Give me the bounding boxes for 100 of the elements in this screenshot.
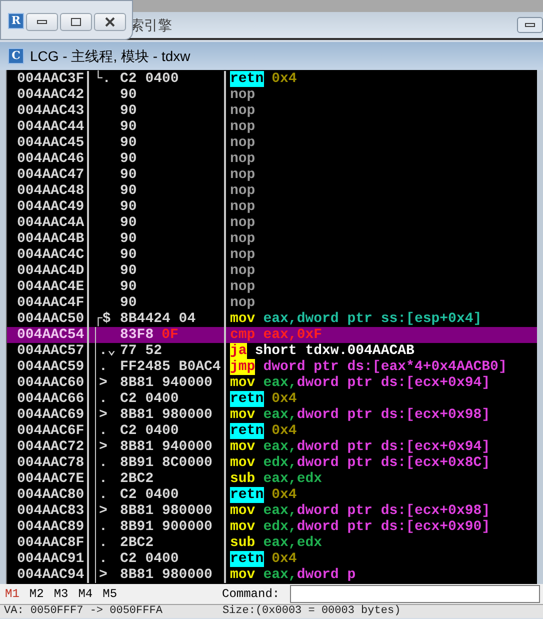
hex-cell: 8B4424 04	[120, 311, 196, 327]
disassembly-row[interactable]: 004AAC94 > 8B81 980000 mov eax,dword p	[7, 567, 537, 583]
disassembly-row[interactable]: 004AAC4E 90 nop	[7, 279, 537, 295]
disassembly-row[interactable]: 004AAC47 90 nop	[7, 167, 537, 183]
address-cell-text: 004AAC3F	[16, 71, 86, 87]
disassembly-row[interactable]: 004AAC45 90 nop	[7, 135, 537, 151]
disassembly-row[interactable]: 004AAC42 90 nop	[7, 87, 537, 103]
mnemonic: nop	[230, 167, 256, 183]
hex-cell: C2 0400	[120, 551, 179, 567]
marker-tab[interactable]: M2	[29, 585, 44, 603]
command-field[interactable]	[290, 585, 540, 603]
hex-cell: 8B81 940000	[120, 375, 212, 391]
mnemonic: nop	[230, 231, 256, 247]
disassembly-row[interactable]: 004AAC4B 90 nop	[7, 231, 537, 247]
disassembly-row[interactable]: 004AAC80 . C2 0400 retn 0x4	[7, 487, 537, 503]
operand: eax,0xF	[263, 327, 322, 343]
disassembly-row[interactable]: 004AAC91 . C2 0400 retn 0x4	[7, 551, 537, 567]
operand: eax,	[263, 439, 297, 455]
marker-tab[interactable]: M1	[5, 585, 20, 603]
hex-cell: 8B81 980000	[120, 503, 212, 519]
mnemonic: nop	[230, 263, 256, 279]
disassembly-row[interactable]: 004AAC89 . 8B91 900000 mov edx,dword ptr ds:[ecx+0x90]	[7, 519, 537, 535]
hex-cell: 2BC2	[120, 471, 154, 487]
hex-cell: 90	[120, 231, 137, 247]
disassembly-row[interactable]: 004AAC8F . 2BC2 sub eax,edx	[7, 535, 537, 551]
mnemonic: retn	[230, 487, 264, 503]
disassembly-row[interactable]: 004AAC50 ┌$ 8B4424 04 mov eax,dword ptr ss:[esp+0x4]	[7, 311, 537, 327]
operand: 0x4	[272, 71, 297, 87]
disassembly-row[interactable]: 004AAC66 . C2 0400 retn 0x4	[7, 391, 537, 407]
mnemonic: nop	[230, 183, 256, 199]
disassembly-row[interactable]: 004AAC7E . 2BC2 sub eax,edx	[7, 471, 537, 487]
minimize-button[interactable]	[26, 13, 58, 31]
minimize-button[interactable]	[517, 17, 543, 33]
address-cell-text: 004AAC42	[16, 87, 86, 103]
disassembly-row[interactable]: 004AAC78 . 8B91 8C0000 mov edx,dword ptr ds:[ecx+0x8C]	[7, 455, 537, 471]
disassembly-row[interactable]: 004AAC6F . C2 0400 retn 0x4	[7, 423, 537, 439]
operand: dword ptr ds:[ecx+0x98]	[296, 503, 490, 519]
address-cell-text: 004AAC59	[16, 359, 86, 375]
address-cell-text: 004AAC46	[16, 151, 86, 167]
mnemonic: nop	[230, 295, 256, 311]
address-cell-text: 004AAC8F	[16, 535, 86, 551]
disassembly-row[interactable]: 004AAC60 > 8B81 940000 mov eax,dword ptr ds:[ecx+0x94]	[7, 375, 537, 391]
address-cell-text: 004AAC66	[16, 391, 86, 407]
mnemonic: nop	[230, 215, 256, 231]
operand: dword ptr ds:[eax*4+0x4AACB0]	[263, 359, 507, 375]
disassembly-row[interactable]: 004AAC69 > 8B81 980000 mov eax,dword ptr ds:[ecx+0x98]	[7, 407, 537, 423]
address-cell-text: 004AAC4E	[16, 279, 86, 295]
disassembly-row[interactable]: 004AAC4D 90 nop	[7, 263, 537, 279]
hex-cell: C2 0400	[120, 71, 179, 87]
hex-cell: 90	[120, 103, 137, 119]
hex-cell: 90	[120, 199, 137, 215]
address-cell-text: 004AAC94	[16, 567, 86, 583]
mnemonic: sub	[230, 535, 256, 551]
hex-cell: 8B81 980000	[120, 567, 212, 583]
disassembly-row[interactable]: 004AAC3F └. C2 0400 retn 0x4	[7, 71, 537, 87]
marker-tab[interactable]: M3	[54, 585, 68, 603]
disassembly-row[interactable]: 004AAC4C 90 nop	[7, 247, 537, 263]
hex-cell: 90	[120, 135, 137, 151]
app-icon: R	[8, 13, 24, 29]
disassembly-row[interactable]: 004AAC48 90 nop	[7, 183, 537, 199]
disassembly-row[interactable]: 004AAC57 .⌄ 77 52 ja short tdxw.004AACAB	[7, 343, 537, 359]
hex-cell: 8B81 940000	[120, 439, 212, 455]
address-cell-text: 004AAC60	[16, 375, 86, 391]
address-cell-text: 004AAC49	[16, 199, 86, 215]
restore-button[interactable]	[60, 13, 92, 31]
address-cell-text: 004AAC6F	[16, 423, 86, 439]
mnemonic: retn	[230, 423, 264, 439]
flow-mark: .	[99, 471, 108, 487]
mnemonic: mov	[230, 375, 256, 391]
hex-cell: 90	[120, 183, 137, 199]
disassembly-row[interactable]: 004AAC72 > 8B81 940000 mov eax,dword ptr ds:[ecx+0x94]	[7, 439, 537, 455]
address-cell-text: 004AAC48	[16, 183, 86, 199]
flow-mark: .	[99, 535, 108, 551]
flow-mark: └.	[94, 71, 111, 87]
disassembly-row[interactable]: 004AAC4A 90 nop	[7, 215, 537, 231]
disassembly-row[interactable]: 004AAC46 90 nop	[7, 151, 537, 167]
disassembly-row[interactable]: 004AAC49 90 nop	[7, 199, 537, 215]
disassembly-row[interactable]: 004AAC4F 90 nop	[7, 295, 537, 311]
app-icon: C	[8, 48, 24, 64]
operand: eax,	[263, 375, 297, 391]
disassembly-row[interactable]: 004AAC43 90 nop	[7, 103, 537, 119]
disassembly-row[interactable]: 004AAC59 . FF2485 B0AC4 jmp dword ptr ds:[eax*4+0x4AACB0]	[7, 359, 537, 375]
address-cell-text: 004AAC4A	[16, 215, 86, 231]
close-button[interactable]	[94, 13, 126, 31]
mnemonic: mov	[230, 439, 256, 455]
marker-tab[interactable]: M4	[78, 585, 93, 603]
restore-icon	[71, 18, 81, 26]
marker-tab[interactable]: M5	[102, 585, 118, 603]
hex-cell: C2 0400	[120, 487, 179, 503]
mnemonic: nop	[230, 247, 256, 263]
address-cell-text: 004AAC89	[16, 519, 86, 535]
mnemonic: nop	[230, 135, 256, 151]
disassembly-row[interactable]: 004AAC44 90 nop	[7, 119, 537, 135]
disassembly-row[interactable]: 004AAC54 83F8 0F cmp eax,0xF	[7, 327, 537, 343]
disassembly-row[interactable]: 004AAC83 > 8B81 980000 mov eax,dword ptr ds:[ecx+0x98]	[7, 503, 537, 519]
address-cell-text: 004AAC4C	[16, 247, 86, 263]
address-cell-text: 004AAC54	[16, 327, 86, 343]
operand: eax,	[263, 503, 297, 519]
mnemonic: nop	[230, 87, 256, 103]
operand: eax,edx	[263, 471, 322, 487]
